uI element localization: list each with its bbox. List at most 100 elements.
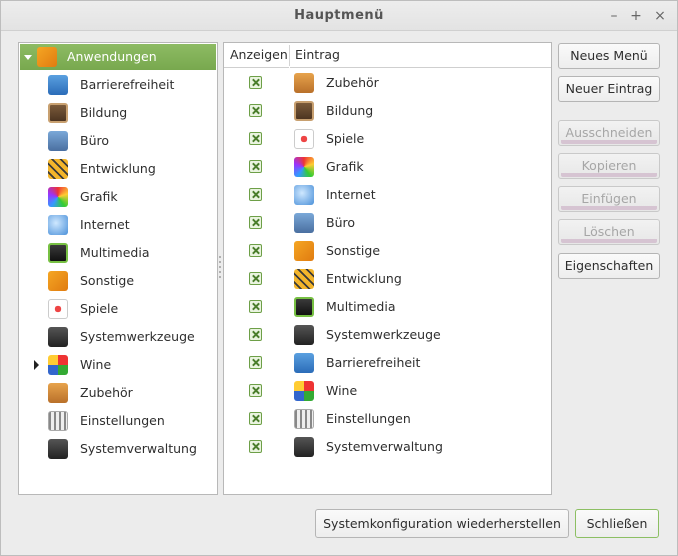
delete-button[interactable]: Löschen — [558, 219, 660, 245]
list-item[interactable]: Internet — [224, 181, 551, 209]
list-item[interactable]: Systemwerkzeuge — [224, 321, 551, 349]
entry-label: Entwicklung — [326, 271, 402, 286]
tree-item[interactable]: Einstellungen — [19, 407, 217, 435]
entry-label: Internet — [326, 187, 376, 202]
tree-item-label: Wine — [80, 357, 112, 372]
multimedia-icon — [48, 243, 68, 263]
accessibility-icon — [48, 75, 68, 95]
column-header-entry[interactable]: Eintrag — [290, 43, 551, 68]
cut-button[interactable]: Ausschneiden — [558, 120, 660, 146]
show-checkbox[interactable] — [249, 76, 262, 89]
list-item[interactable]: Sonstige — [224, 237, 551, 265]
show-checkbox[interactable] — [249, 216, 262, 229]
education-icon — [294, 101, 314, 121]
column-header-show[interactable]: Anzeigen — [224, 43, 289, 68]
office-icon — [48, 131, 68, 151]
tree-item[interactable]: Spiele — [19, 295, 217, 323]
pane-resize-handle[interactable] — [219, 256, 222, 280]
tree-item[interactable]: Barrierefreiheit — [19, 71, 217, 99]
show-checkbox[interactable] — [249, 440, 262, 453]
games-icon — [48, 299, 68, 319]
development-icon — [294, 269, 314, 289]
tree-item[interactable]: Zubehör — [19, 379, 217, 407]
maximize-icon[interactable]: + — [626, 6, 646, 26]
show-checkbox[interactable] — [249, 300, 262, 313]
tree-item-label: Systemwerkzeuge — [80, 329, 195, 344]
restore-system-configuration-button[interactable]: Systemkonfiguration wiederherstellen — [315, 509, 569, 538]
entries-list[interactable]: Anzeigen Eintrag Zubehör Bildung Spiele Gra… — [223, 42, 552, 495]
tree-item-label: Multimedia — [80, 245, 150, 260]
tree-item[interactable]: Systemwerkzeuge — [19, 323, 217, 351]
show-checkbox[interactable] — [249, 188, 262, 201]
show-checkbox[interactable] — [249, 328, 262, 341]
show-checkbox[interactable] — [249, 244, 262, 257]
tree-item[interactable]: Systemverwaltung — [19, 435, 217, 463]
entry-label: Multimedia — [326, 299, 396, 314]
accessibility-icon — [294, 353, 314, 373]
tree-item-label: Internet — [80, 217, 130, 232]
tree-item[interactable]: Grafik — [19, 183, 217, 211]
copy-button[interactable]: Kopieren — [558, 153, 660, 179]
entry-label: Büro — [326, 215, 356, 230]
close-icon[interactable]: × — [650, 6, 670, 26]
show-checkbox[interactable] — [249, 160, 262, 173]
tree-item-label: Büro — [80, 133, 110, 148]
list-item[interactable]: Barrierefreiheit — [224, 349, 551, 377]
tree-item[interactable]: Büro — [19, 127, 217, 155]
tree-item-applications[interactable]: Anwendungen — [19, 43, 217, 71]
education-icon — [48, 103, 68, 123]
accessories-icon — [294, 73, 314, 93]
tree-item-label: Einstellungen — [80, 413, 165, 428]
graphics-icon — [294, 157, 314, 177]
show-checkbox[interactable] — [249, 132, 262, 145]
show-checkbox[interactable] — [249, 356, 262, 369]
properties-button[interactable]: Eigenschaften — [558, 253, 660, 279]
paste-button[interactable]: Einfügen — [558, 186, 660, 212]
entry-label: Grafik — [326, 159, 364, 174]
wine-icon — [294, 381, 314, 401]
list-item[interactable]: Wine — [224, 377, 551, 405]
new-entry-button[interactable]: Neuer Eintrag — [558, 76, 660, 102]
close-button[interactable]: Schließen — [575, 509, 659, 538]
tree-item[interactable]: Sonstige — [19, 267, 217, 295]
show-checkbox[interactable] — [249, 104, 262, 117]
tree-item-label: Spiele — [80, 301, 119, 316]
menu-tree[interactable]: Anwendungen Barrierefreiheit Bildung Büro En… — [18, 42, 218, 495]
tree-item[interactable]: Internet — [19, 211, 217, 239]
tree-item-label: Sonstige — [80, 273, 135, 288]
expander-closed-icon[interactable] — [34, 360, 39, 370]
settings-icon — [294, 409, 314, 429]
list-item[interactable]: Einstellungen — [224, 405, 551, 433]
list-item[interactable]: Systemverwaltung — [224, 433, 551, 461]
titlebar[interactable]: Hauptmenü – + × — [1, 1, 677, 31]
accessories-icon — [48, 383, 68, 403]
tree-item-label: Zubehör — [80, 385, 133, 400]
internet-icon — [48, 215, 68, 235]
tree-item[interactable]: Bildung — [19, 99, 217, 127]
list-item[interactable]: Grafik — [224, 153, 551, 181]
tree-item-label: Anwendungen — [67, 49, 157, 64]
tree-item[interactable]: Entwicklung — [19, 155, 217, 183]
multimedia-icon — [294, 297, 314, 317]
development-icon — [48, 159, 68, 179]
tree-item[interactable]: Multimedia — [19, 239, 217, 267]
tree-item-label: Barrierefreiheit — [80, 77, 175, 92]
settings-icon — [48, 411, 68, 431]
show-checkbox[interactable] — [249, 384, 262, 397]
list-item[interactable]: Zubehör — [224, 69, 551, 97]
list-item[interactable]: Entwicklung — [224, 265, 551, 293]
list-item[interactable]: Bildung — [224, 97, 551, 125]
tree-item[interactable]: Wine — [19, 351, 217, 379]
list-item[interactable]: Büro — [224, 209, 551, 237]
minimize-icon[interactable]: – — [604, 6, 624, 26]
show-checkbox[interactable] — [249, 272, 262, 285]
new-menu-button[interactable]: Neues Menü — [558, 43, 660, 69]
window-title: Hauptmenü — [294, 8, 384, 23]
expander-open-icon[interactable] — [24, 55, 32, 60]
show-checkbox[interactable] — [249, 412, 262, 425]
list-item[interactable]: Multimedia — [224, 293, 551, 321]
list-item[interactable]: Spiele — [224, 125, 551, 153]
tree-item-label: Entwicklung — [80, 161, 156, 176]
entry-label: Bildung — [326, 103, 374, 118]
other-icon — [294, 241, 314, 261]
